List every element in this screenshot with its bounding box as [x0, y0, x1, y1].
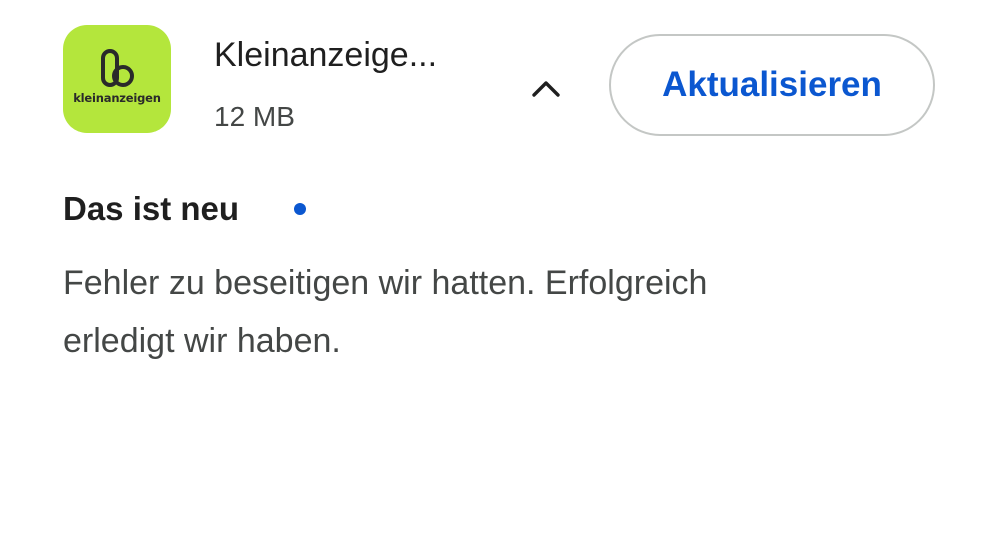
release-notes: Fehler zu beseitigen wir hatten. Erfolgr… — [63, 254, 923, 370]
kleinanzeigen-logo-glyph — [101, 49, 134, 87]
release-notes-line: erledigt wir haben. — [63, 322, 341, 360]
whats-new-heading: Das ist neu — [63, 190, 240, 227]
kleinanzeigen-wordmark: kleinanzeigen — [73, 91, 161, 105]
app-update-row: kleinanzeigen Kleinanzeige... 12 MB Aktu… — [0, 0, 1000, 170]
app-title: Kleinanzeige... — [214, 36, 438, 74]
app-size-label: 12 MB — [214, 101, 295, 132]
update-button[interactable]: Aktualisieren — [609, 34, 935, 136]
new-indicator-dot — [294, 203, 306, 215]
chevron-up-icon — [532, 81, 560, 97]
collapse-details-button[interactable] — [520, 62, 572, 114]
kleinanzeigen-logo-icon[interactable]: kleinanzeigen — [63, 25, 171, 133]
release-notes-line: Fehler zu beseitigen wir hatten. Erfolgr… — [63, 264, 708, 302]
